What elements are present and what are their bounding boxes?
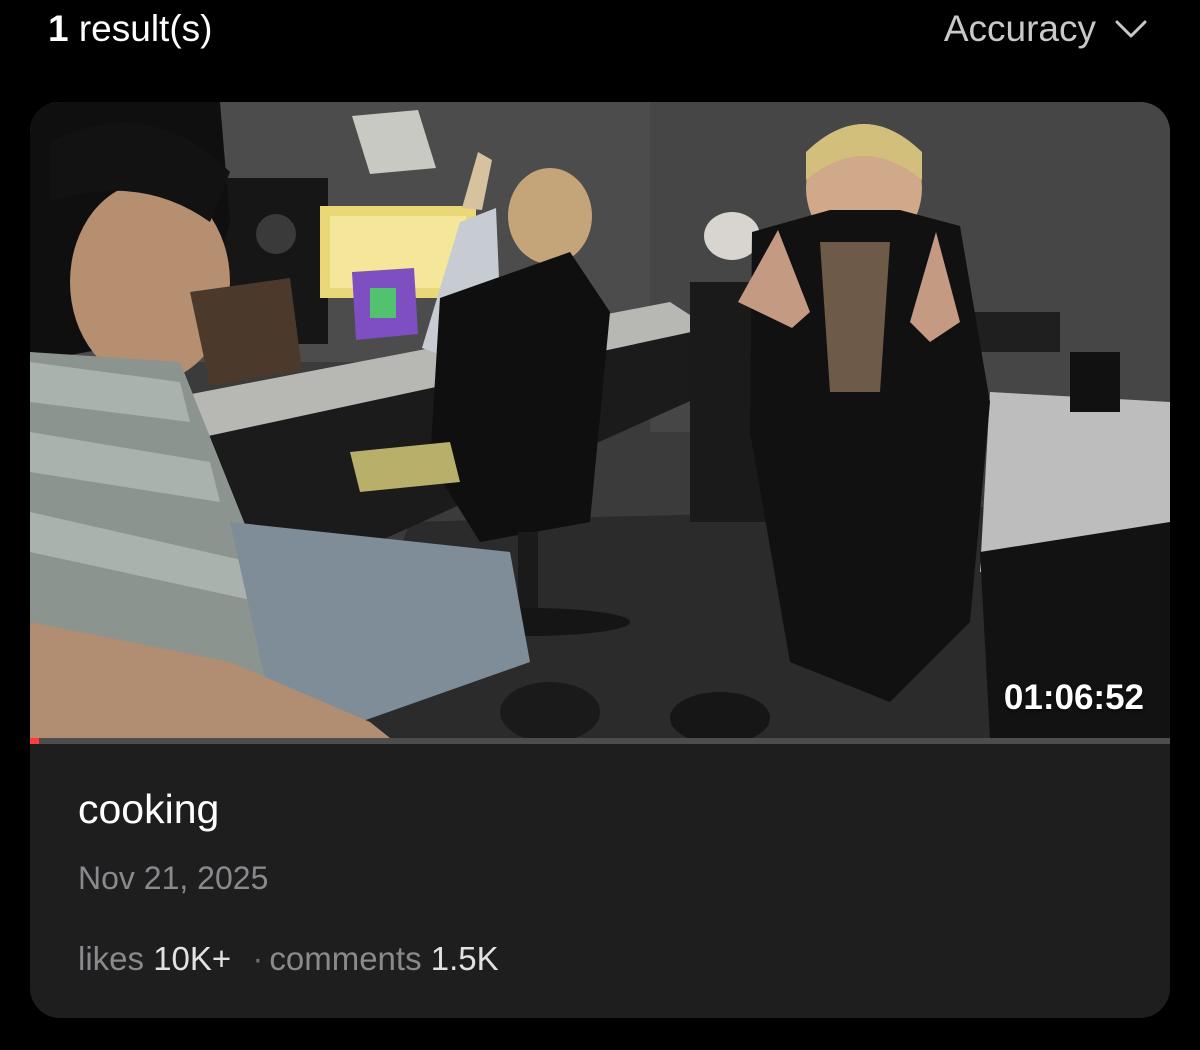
- watch-progress-fill: [30, 738, 40, 744]
- watch-progress-bar: [30, 738, 1170, 744]
- result-count-label: result(s): [68, 8, 213, 49]
- video-title[interactable]: cooking: [78, 786, 219, 833]
- result-count-number: 1: [48, 8, 69, 49]
- video-date: Nov 21, 2025: [78, 860, 269, 896]
- comments-count: 1.5K: [430, 940, 499, 977]
- video-stats: likes 10K+ · comments 1.5K: [78, 940, 499, 978]
- video-thumbnail[interactable]: 01:06:52: [30, 102, 1170, 738]
- sort-label: Accuracy: [943, 8, 1096, 49]
- stats-separator: ·: [252, 940, 264, 977]
- results-header: 1 result(s) Accuracy: [0, 0, 1200, 62]
- likes-count: 10K+: [153, 940, 232, 977]
- chevron-down-icon: [1114, 18, 1148, 45]
- comments-label: comments: [269, 940, 422, 977]
- video-duration: 01:06:52: [1003, 678, 1144, 717]
- video-result-card[interactable]: 01:06:52 cooking Nov 21, 2025 likes 10K+…: [30, 102, 1170, 1018]
- sort-dropdown[interactable]: Accuracy: [944, 8, 1148, 50]
- likes-label: likes: [78, 940, 145, 977]
- result-count: 1 result(s): [48, 8, 212, 50]
